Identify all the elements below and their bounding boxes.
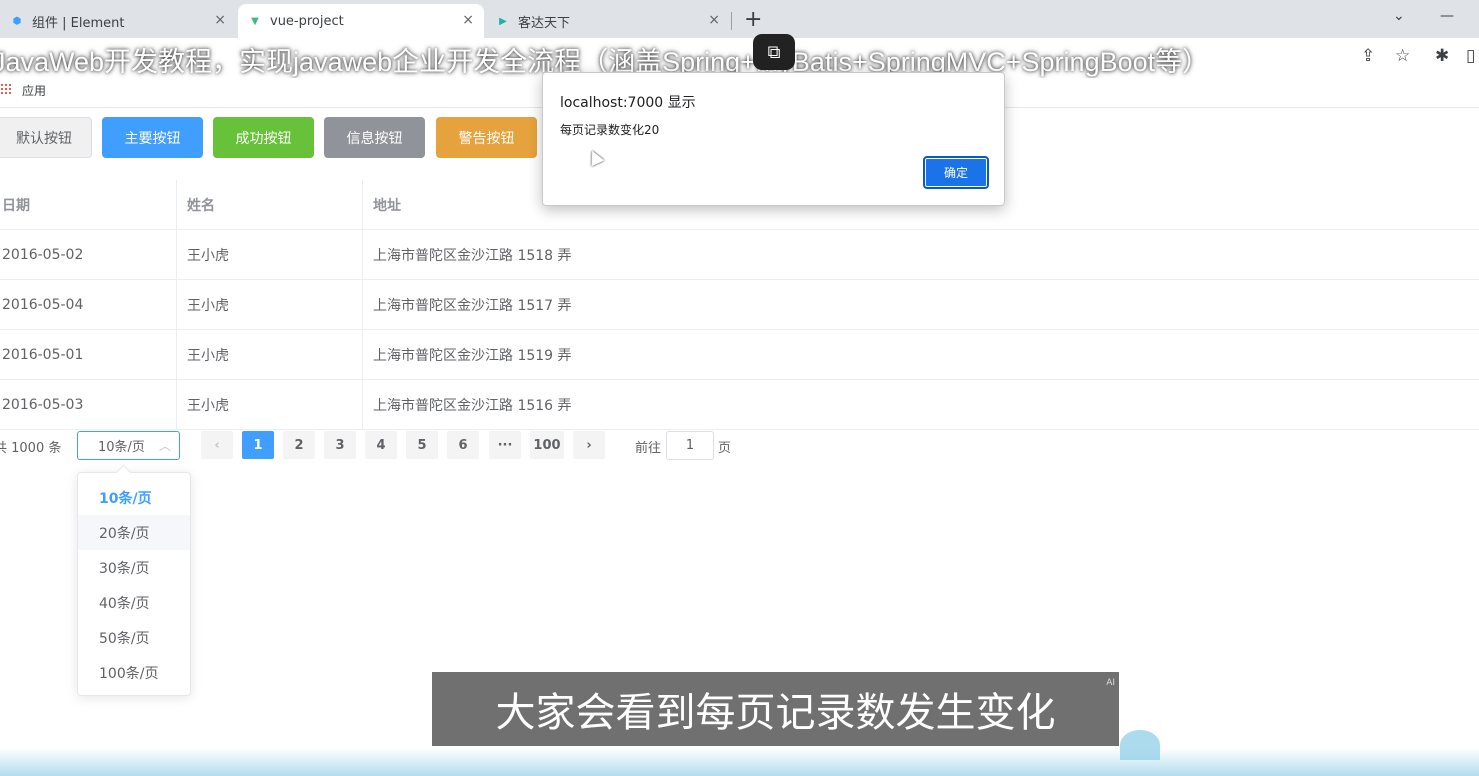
page-button-6[interactable]: 6: [447, 431, 479, 459]
tab-close-icon[interactable]: ×: [214, 12, 226, 28]
cell-name: 王小虎: [177, 380, 363, 429]
tab-title: 组件 | Element: [32, 15, 125, 31]
page-size-option-40[interactable]: 40条/页: [78, 585, 190, 620]
info-button[interactable]: 信息按钮: [324, 117, 425, 158]
success-button[interactable]: 成功按钮: [213, 117, 314, 158]
cell-name: 王小虎: [177, 230, 363, 279]
goto-label: 前往: [635, 441, 662, 456]
tab-title: 客达天下: [518, 15, 571, 31]
data-table: 日期 姓名 地址 2016-05-02 王小虎 上海市普陀区金沙江路 1518 …: [0, 180, 1479, 430]
chevron-up-icon: ︿: [158, 439, 171, 453]
prev-page-button[interactable]: ‹: [201, 431, 233, 459]
pip-icon: ⧉: [767, 41, 781, 63]
subtitle-text: 大家会看到每页记录数发生变化: [495, 690, 1056, 736]
page-size-option-30[interactable]: 30条/页: [78, 550, 190, 585]
primary-button[interactable]: 主要按钮: [102, 117, 203, 158]
alert-message: 每页记录数变化20: [560, 123, 660, 137]
minimize-window-icon[interactable]: —: [1440, 8, 1454, 24]
decorative-water: [0, 748, 1479, 776]
goto-suffix: 页: [718, 441, 732, 456]
table-row: 2016-05-04 王小虎 上海市普陀区金沙江路 1517 弄: [0, 280, 1479, 330]
bookmark-apps[interactable]: 应用: [22, 82, 46, 99]
default-button[interactable]: 默认按钮: [0, 117, 92, 158]
ai-badge: AI: [1106, 678, 1115, 688]
table-row: 2016-05-03 王小虎 上海市普陀区金沙江路 1516 弄: [0, 380, 1479, 430]
page-button-2[interactable]: 2: [283, 431, 315, 459]
tab-search-dropdown-icon[interactable]: ⌄: [1393, 8, 1405, 24]
page-size-option-20[interactable]: 20条/页: [78, 515, 190, 550]
tab-close-icon[interactable]: ×: [708, 12, 720, 28]
video-subtitle: 大家会看到每页记录数发生变化 AI: [432, 672, 1119, 746]
alert-title: localhost:7000 显示: [560, 95, 696, 111]
page-button-3[interactable]: 3: [324, 431, 356, 459]
cell-date: 2016-05-02: [0, 230, 177, 279]
page-button-100[interactable]: 100: [530, 431, 564, 459]
browser-tab-element[interactable]: ⬢ 组件 | Element ×: [0, 4, 236, 38]
vue-favicon-icon: ▼: [251, 15, 259, 27]
browser-tabbar: ⬢ 组件 | Element × ▼ vue-project × ▶ 客达天下 …: [0, 0, 1479, 38]
cell-address: 上海市普陀区金沙江路 1517 弄: [373, 297, 572, 314]
tab-close-icon[interactable]: ×: [462, 12, 474, 28]
decorative-wave: [1120, 730, 1160, 760]
cell-date: 2016-05-03: [0, 380, 177, 429]
cell-name: 王小虎: [177, 280, 363, 329]
next-page-button[interactable]: ›: [573, 431, 605, 459]
page-size-option-10[interactable]: 10条/页: [78, 480, 190, 515]
tab-title: vue-project: [270, 13, 344, 29]
cell-address: 上海市普陀区金沙江路 1518 弄: [373, 247, 572, 264]
page-button-5[interactable]: 5: [406, 431, 438, 459]
pagination-total: 共 1000 条: [0, 441, 62, 456]
cell-address: 上海市普陀区金沙江路 1516 弄: [373, 397, 572, 414]
warning-button[interactable]: 警告按钮: [436, 117, 537, 158]
column-header-name: 姓名: [177, 180, 363, 229]
apps-grid-icon[interactable]: [0, 83, 12, 95]
table-row: 2016-05-01 王小虎 上海市普陀区金沙江路 1519 弄: [0, 330, 1479, 380]
extensions-icon[interactable]: ✱: [1435, 46, 1449, 66]
alert-ok-button[interactable]: 确定: [923, 156, 989, 189]
page-button-1[interactable]: 1: [242, 431, 274, 459]
site-favicon-icon: ▶: [499, 15, 507, 27]
bookmark-star-icon[interactable]: ☆: [1395, 46, 1410, 66]
page-size-dropdown: 10条/页 20条/页 30条/页 40条/页 50条/页 100条/页: [77, 472, 191, 696]
page-ellipsis-button[interactable]: ···: [489, 431, 521, 459]
alert-dialog: localhost:7000 显示 每页记录数变化20 确定: [542, 72, 1005, 206]
new-tab-button[interactable]: +: [744, 7, 762, 32]
column-header-date: 日期: [0, 180, 177, 229]
table-row: 2016-05-02 王小虎 上海市普陀区金沙江路 1518 弄: [0, 230, 1479, 280]
sidebar-icon[interactable]: ▯: [1466, 46, 1475, 66]
page-size-select[interactable]: 10条/页 ︿: [77, 431, 180, 460]
cell-name: 王小虎: [177, 330, 363, 379]
goto-page-input[interactable]: 1: [666, 431, 714, 460]
page-size-option-50[interactable]: 50条/页: [78, 620, 190, 655]
page-button-4[interactable]: 4: [365, 431, 397, 459]
browser-tab-site[interactable]: ▶ 客达天下 ×: [486, 4, 730, 38]
browser-tab-vue-project[interactable]: ▼ vue-project ×: [238, 4, 484, 38]
picture-in-picture-button[interactable]: ⧉: [753, 34, 795, 70]
tab-separator: [731, 12, 732, 30]
page-size-option-100[interactable]: 100条/页: [78, 655, 190, 690]
page-size-value: 10条/页: [98, 440, 145, 455]
cell-address: 上海市普陀区金沙江路 1519 弄: [373, 347, 572, 364]
element-favicon-icon: ⬢: [12, 15, 22, 27]
cell-date: 2016-05-01: [0, 330, 177, 379]
share-icon[interactable]: ⇪: [1361, 46, 1375, 66]
cell-date: 2016-05-04: [0, 280, 177, 329]
